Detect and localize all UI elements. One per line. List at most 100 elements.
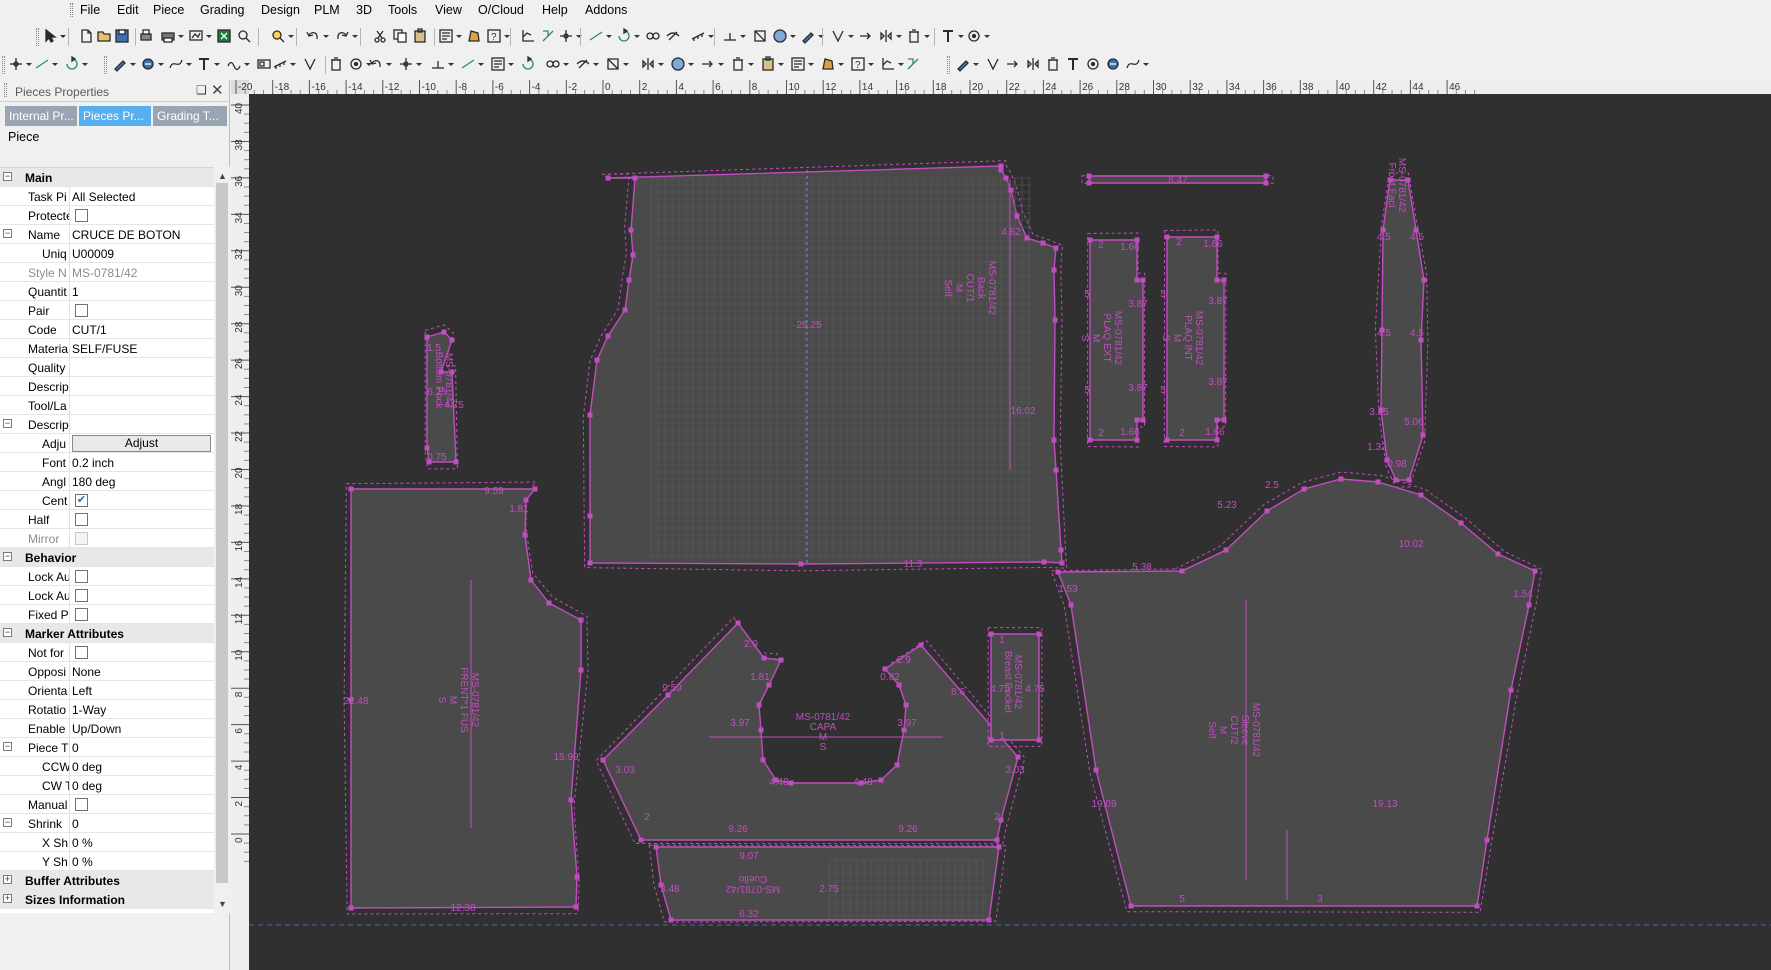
property-row[interactable]: Mirror — [0, 529, 214, 548]
chevron-down-icon[interactable] — [984, 35, 990, 38]
chevron-down-icon[interactable] — [898, 63, 904, 66]
grade-point[interactable] — [1053, 467, 1059, 473]
pattern-piece-patch2[interactable]: 2 1.66 5 3.87 3.87 5 2 1.66 MS-0781/42PLAQ INTMS — [1160, 229, 1228, 448]
arrow-icon[interactable] — [858, 28, 874, 44]
undo-icon[interactable] — [305, 28, 321, 44]
property-checkbox[interactable] — [75, 798, 88, 811]
grade-point[interactable] — [1008, 187, 1014, 193]
work-area[interactable]: -20 -18 -16 -14 -12 -10 -8 -6 -4 -2 0 2 4 6 8 10 12 14 16 1… — [231, 80, 1771, 970]
grade-point[interactable] — [1086, 173, 1092, 179]
grade-point[interactable] — [1393, 477, 1399, 483]
trash-icon[interactable] — [730, 56, 746, 72]
grade-point[interactable] — [1263, 173, 1269, 179]
grade-point[interactable] — [1164, 234, 1170, 240]
grade-point[interactable] — [1015, 754, 1021, 760]
grade-point[interactable] — [1051, 267, 1057, 273]
copy-icon[interactable] — [392, 28, 408, 44]
property-value[interactable]: All Selected — [72, 190, 212, 204]
property-checkbox[interactable] — [75, 513, 88, 526]
property-grid-scrollbar[interactable]: ▲ ▼ — [214, 167, 230, 913]
grade-point[interactable] — [1223, 547, 1229, 553]
grade-point[interactable] — [1068, 602, 1074, 608]
chevron-down-icon[interactable] — [623, 63, 629, 66]
property-row[interactable]: − Descrip — [0, 415, 214, 434]
property-value[interactable]: Up/Down — [72, 722, 212, 736]
toolbar-grip[interactable] — [2, 56, 5, 74]
grade-point[interactable] — [348, 905, 354, 911]
search-icon[interactable] — [236, 28, 252, 44]
chevron-down-icon[interactable] — [973, 63, 979, 66]
fold-icon[interactable] — [752, 28, 768, 44]
chevron-down-icon[interactable] — [958, 35, 964, 38]
piece-icon[interactable] — [820, 56, 836, 72]
print-icon[interactable] — [138, 28, 154, 44]
grade-point[interactable] — [638, 837, 644, 843]
category-sizes-information[interactable]: + Sizes Information — [0, 890, 214, 909]
grade-point[interactable] — [600, 757, 606, 763]
property-row[interactable]: − Piece T0 — [0, 738, 214, 757]
grade-point[interactable] — [628, 227, 634, 233]
property-value[interactable]: SELF/FUSE — [72, 342, 212, 356]
grade-point[interactable] — [761, 655, 767, 661]
menu-tools[interactable]: Tools — [388, 3, 417, 17]
grade-point[interactable] — [594, 357, 600, 363]
drill-icon[interactable] — [966, 28, 982, 44]
chevron-down-icon[interactable] — [576, 35, 582, 38]
curve-icon[interactable] — [168, 56, 184, 72]
chevron-down-icon[interactable] — [352, 35, 358, 38]
excel-icon[interactable] — [216, 28, 232, 44]
collapse-icon[interactable]: − — [3, 628, 12, 637]
toolbar-grip[interactable] — [947, 56, 950, 74]
grade-point[interactable] — [1093, 767, 1099, 773]
grade-point[interactable] — [1128, 903, 1134, 909]
paste-icon[interactable] — [760, 56, 776, 72]
grade-point[interactable] — [894, 762, 900, 768]
menu-plm[interactable]: PLM — [314, 3, 340, 17]
chevron-down-icon[interactable] — [808, 63, 814, 66]
property-row[interactable]: Lock Au — [0, 586, 214, 605]
grade-point[interactable] — [1338, 476, 1344, 482]
save-icon[interactable] — [114, 28, 130, 44]
chevron-down-icon[interactable] — [593, 63, 599, 66]
grading-icon[interactable] — [905, 56, 921, 72]
sew-icon[interactable] — [575, 56, 591, 72]
menu-edit[interactable]: Edit — [117, 3, 139, 17]
property-row[interactable]: Code CUT/1 — [0, 320, 214, 339]
grade-point[interactable] — [1052, 317, 1058, 323]
grade-point[interactable] — [587, 412, 593, 418]
pattern-piece-back[interactable]: 25.25 4.62 16.02 11.3 MS-0781/42BackCUT/1MSe… — [582, 160, 1068, 572]
grade-point[interactable] — [1458, 520, 1464, 526]
trash-icon[interactable] — [906, 28, 922, 44]
sphere-icon[interactable] — [772, 28, 788, 44]
grade-point[interactable] — [348, 486, 354, 492]
line-icon[interactable] — [588, 28, 604, 44]
chevron-down-icon[interactable] — [416, 63, 422, 66]
chevron-down-icon[interactable] — [478, 63, 484, 66]
property-value[interactable]: 1 — [72, 285, 212, 299]
grade-point[interactable] — [1406, 477, 1412, 483]
pointer-icon[interactable] — [42, 28, 58, 44]
property-checkbox[interactable] — [75, 304, 88, 317]
grade-point[interactable] — [766, 682, 772, 688]
pattern-piece-small[interactable]: 14.75 4.751MS-0781/42Breast Pocket — [987, 627, 1045, 747]
curve-icon[interactable] — [1125, 56, 1141, 72]
property-value[interactable]: CRUCE DE BOTON — [72, 228, 212, 242]
toolbar-grip[interactable] — [104, 56, 107, 74]
grade-point[interactable] — [1053, 245, 1059, 251]
scroll-down-icon[interactable]: ▼ — [218, 899, 227, 909]
property-checkbox[interactable] — [75, 589, 88, 602]
grade-point[interactable] — [653, 844, 659, 850]
property-row[interactable]: Y Sh 0 % — [0, 852, 214, 871]
menu-3d[interactable]: 3D — [356, 3, 372, 17]
pen-icon[interactable] — [955, 56, 971, 72]
grade-point[interactable] — [1134, 277, 1140, 283]
property-row[interactable]: Orienta Left — [0, 681, 214, 700]
help-icon[interactable]: ? — [486, 28, 502, 44]
chevron-down-icon[interactable] — [448, 63, 454, 66]
chevron-down-icon[interactable] — [790, 35, 796, 38]
grade-point[interactable] — [1087, 437, 1093, 443]
grade-point[interactable] — [1003, 175, 1009, 181]
grade-point[interactable] — [622, 307, 628, 313]
menu-grip[interactable] — [70, 3, 73, 17]
grade-point[interactable] — [1058, 547, 1064, 553]
